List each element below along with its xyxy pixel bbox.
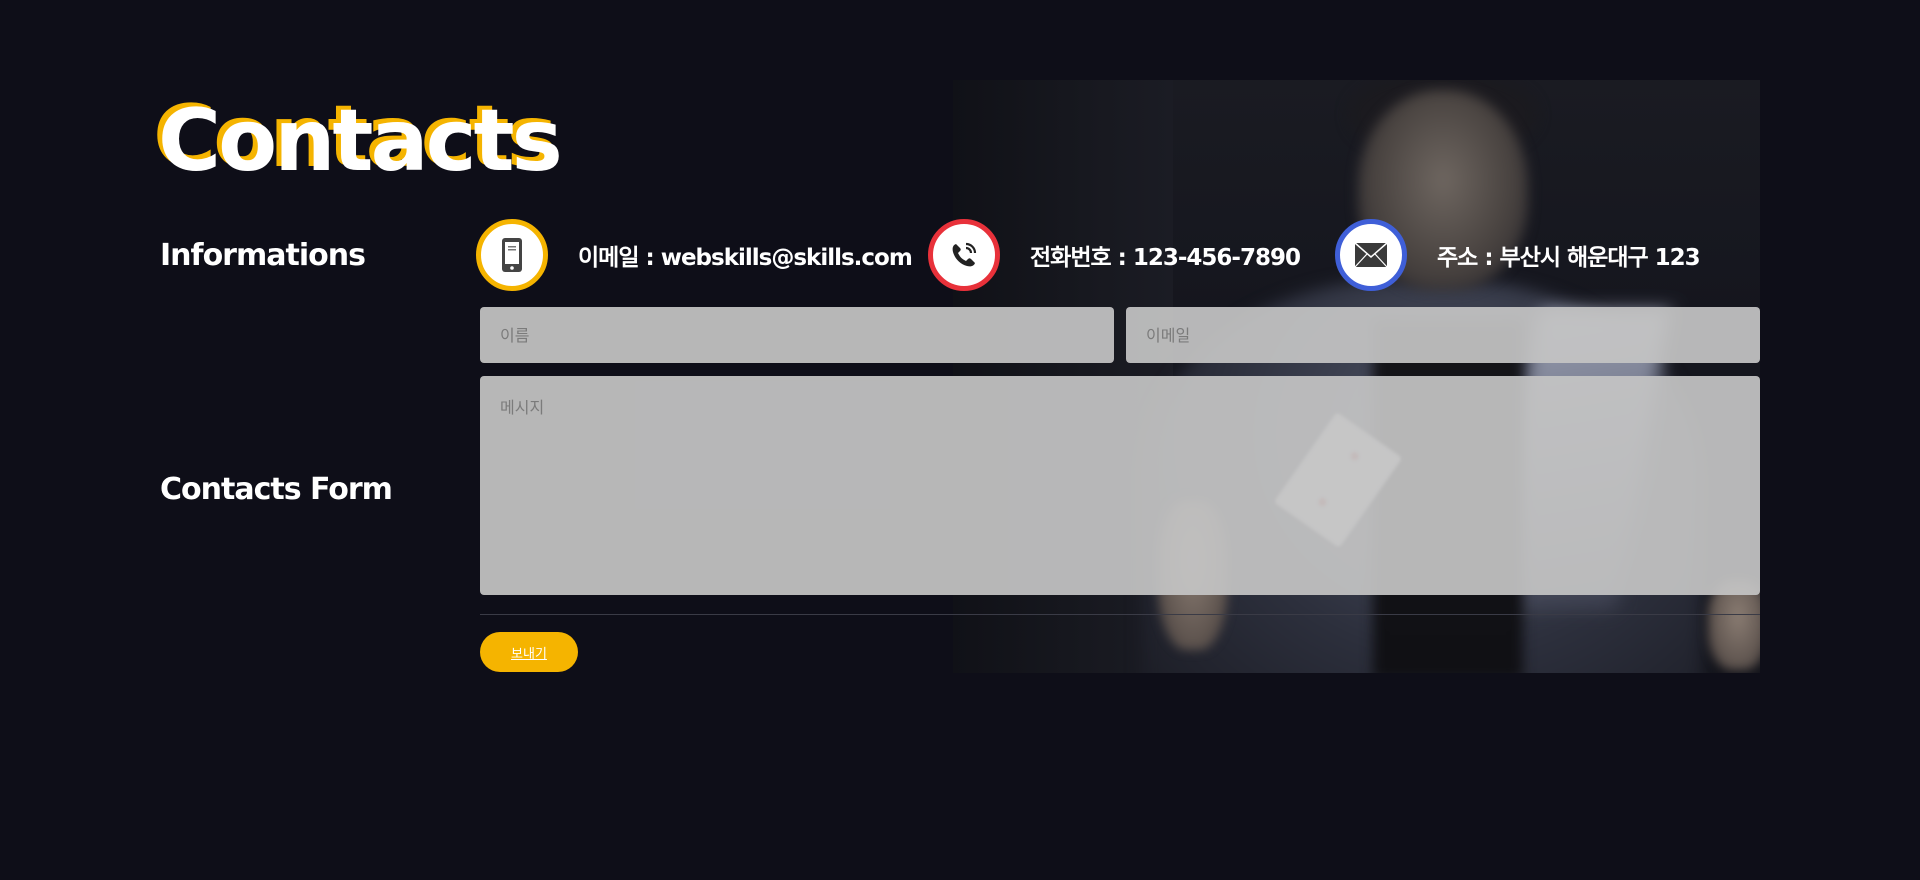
smartphone-icon [476, 219, 548, 291]
email-input[interactable] [1126, 307, 1760, 363]
send-button[interactable]: 보내기 [480, 632, 578, 672]
form-divider [480, 614, 1760, 615]
info-phone-text: 전화번호 : 123-456-7890 [1030, 245, 1301, 271]
info-address-text: 주소 : 부산시 해운대구 123 [1437, 245, 1701, 271]
phone-call-icon [928, 219, 1000, 291]
name-input[interactable] [480, 307, 1114, 363]
info-address: 주소 : 부산시 해운대구 123 [1335, 219, 1701, 291]
contacts-form-heading: Contacts Form [160, 472, 393, 507]
info-email: 이메일 : webskills@skills.com [476, 219, 913, 291]
message-textarea[interactable] [480, 376, 1760, 595]
informations-heading: Informations [160, 238, 366, 273]
page-title: Contacts [158, 91, 563, 191]
envelope-icon [1335, 219, 1407, 291]
info-phone: 전화번호 : 123-456-7890 [928, 219, 1301, 291]
contacts-page: Contacts Informations 이메일 : webskills@sk… [0, 0, 1920, 880]
info-email-text: 이메일 : webskills@skills.com [578, 245, 913, 271]
